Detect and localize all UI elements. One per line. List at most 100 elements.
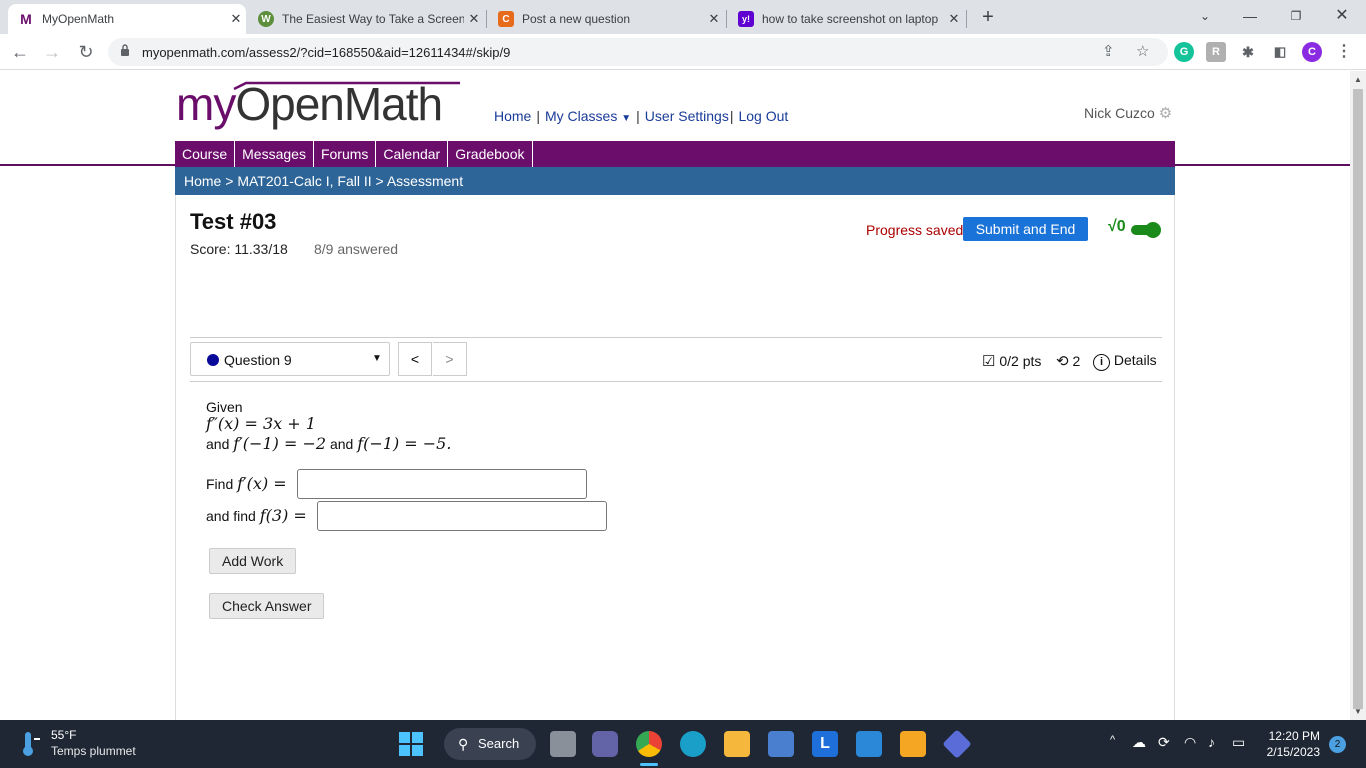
show-hidden-icons-icon[interactable]: ^ — [1110, 734, 1115, 746]
url-text[interactable]: myopenmath.com/assess2/?cid=168550&aid=1… — [142, 45, 510, 60]
chrome-icon[interactable] — [636, 731, 662, 757]
volume-icon[interactable]: ♪ — [1208, 734, 1215, 750]
value-answer-input[interactable] — [317, 501, 607, 531]
chrome-menu-icon[interactable]: ⋮ — [1334, 42, 1354, 62]
task-view-icon[interactable] — [550, 731, 576, 757]
extensions-puzzle-icon[interactable]: ✱ — [1238, 42, 1258, 62]
share-icon[interactable]: ⇪ — [1102, 42, 1115, 60]
taskbar-search[interactable]: ⚲ Search — [444, 728, 536, 760]
weather-temperature[interactable]: 55°F — [51, 728, 76, 742]
user-name: Nick Cuzco — [1084, 105, 1155, 121]
question-select-dropdown[interactable]: Question 9 ▼ — [190, 342, 390, 376]
nav-gradebook[interactable]: Gradebook — [448, 141, 533, 167]
edge-icon[interactable] — [680, 731, 706, 757]
weather-alert-icon[interactable]: ☁ — [1132, 734, 1146, 751]
retry-icon: ⟲ — [1056, 353, 1069, 370]
side-panel-icon[interactable]: ◧ — [1270, 42, 1290, 62]
attempts-display: ⟲ 2 — [1056, 353, 1081, 370]
find-derivative-label: Find f′(x) = — [206, 474, 287, 493]
file-explorer-icon[interactable] — [724, 731, 750, 757]
divider — [190, 381, 1162, 382]
next-question-button[interactable]: > — [433, 342, 467, 376]
myopenmath-favicon-icon: M — [20, 11, 32, 27]
wifi-icon[interactable]: ◠ — [1184, 734, 1196, 751]
page-scrollbar[interactable]: ▲ ▼ — [1350, 71, 1366, 720]
details-button[interactable]: i Details — [1093, 352, 1157, 371]
windows-start-icon[interactable] — [398, 731, 424, 757]
tab-screenshot-article[interactable]: W The Easiest Way to Take a Screen ✕ — [248, 4, 484, 34]
new-tab-button[interactable]: + — [976, 6, 1000, 30]
minimize-button[interactable]: — — [1230, 4, 1270, 28]
nav-my-classes-dropdown[interactable]: My Classes ▼ — [545, 108, 631, 124]
thermometer-weather-icon[interactable] — [18, 730, 44, 758]
mail-icon[interactable] — [856, 731, 882, 757]
question-equation-1: f″(x) = 3x + 1 — [206, 414, 316, 433]
address-bar[interactable]: myopenmath.com/assess2/?cid=168550&aid=1… — [108, 38, 1168, 66]
browser-tab-strip: M MyOpenMath ✕ W The Easiest Way to Take… — [0, 0, 1366, 34]
tab-yahoo-search[interactable]: y! how to take screenshot on laptop ✕ — [728, 4, 964, 34]
microsoft-store-icon[interactable] — [768, 731, 794, 757]
bookmark-star-icon[interactable]: ☆ — [1136, 42, 1149, 60]
chat-icon[interactable] — [592, 731, 618, 757]
user-menu[interactable]: Nick Cuzco ⚙ — [1084, 104, 1172, 122]
weather-description[interactable]: Temps plummet — [51, 744, 136, 758]
settings-gear-icon[interactable]: ⚙ — [1159, 105, 1172, 122]
scroll-down-icon[interactable]: ▼ — [1354, 707, 1362, 716]
app-icon[interactable] — [942, 729, 972, 759]
derivative-answer-input[interactable] — [297, 469, 587, 499]
lock-icon — [121, 44, 129, 56]
clock[interactable]: 12:20 PM 2/15/2023 — [1262, 728, 1320, 760]
reload-icon[interactable]: ↻ — [74, 40, 98, 64]
math-entry-toggle[interactable] — [1131, 222, 1161, 238]
add-work-button[interactable]: Add Work — [209, 548, 297, 574]
nav-user-settings-link[interactable]: User Settings — [645, 108, 729, 124]
yahoo-favicon-icon: y! — [738, 11, 754, 27]
nav-calendar[interactable]: Calendar — [376, 141, 449, 167]
assessment-panel: Test #03 Score: 11.33/18 8/9 answered Pr… — [175, 195, 1175, 720]
question-status-dot-icon — [207, 354, 219, 366]
tab-divider — [726, 10, 727, 28]
tab-search-chevron-icon[interactable]: ⌄ — [1185, 4, 1225, 28]
forward-arrow-icon[interactable]: → — [40, 40, 64, 64]
tab-title: Post a new question — [522, 12, 631, 26]
extension-icon[interactable]: R — [1206, 42, 1226, 62]
restore-button[interactable]: ❐ — [1276, 4, 1316, 28]
breadcrumb-current: Assessment — [386, 173, 464, 189]
nav-logout-link[interactable]: Log Out — [738, 108, 788, 124]
previous-question-button[interactable]: < — [398, 342, 432, 376]
close-window-button[interactable]: ✕ — [1322, 4, 1362, 28]
sync-icon[interactable]: ⟳ — [1158, 734, 1170, 751]
l-app-icon[interactable]: L — [812, 731, 838, 757]
battery-icon[interactable]: ▭ — [1232, 734, 1245, 751]
app-icon[interactable] — [900, 731, 926, 757]
close-tab-icon[interactable]: ✕ — [704, 11, 724, 27]
question-given-label: Given — [206, 399, 243, 415]
check-answer-button[interactable]: Check Answer — [209, 593, 325, 619]
back-arrow-icon[interactable]: ← — [8, 40, 32, 64]
course-navigation-bar: Course Messages Forums Calendar Gradeboo… — [175, 141, 1175, 167]
nav-home-link[interactable]: Home — [494, 108, 531, 124]
close-tab-icon[interactable]: ✕ — [944, 11, 964, 27]
submit-and-end-button[interactable]: Submit and End — [963, 217, 1088, 241]
breadcrumb-course-link[interactable]: MAT201-Calc I, Fall II — [237, 173, 371, 189]
scroll-up-icon[interactable]: ▲ — [1354, 75, 1362, 84]
notification-badge[interactable]: 2 — [1329, 736, 1346, 753]
profile-avatar[interactable]: C — [1302, 42, 1322, 62]
tab-title: MyOpenMath — [42, 12, 115, 26]
close-tab-icon[interactable]: ✕ — [464, 11, 484, 27]
answered-count: 8/9 answered — [314, 241, 399, 257]
tab-chegg-post[interactable]: C Post a new question ✕ — [488, 4, 724, 34]
scrollbar-thumb[interactable] — [1353, 89, 1363, 709]
caret-down-icon: ▼ — [621, 113, 632, 124]
nav-forums[interactable]: Forums — [314, 141, 377, 167]
close-tab-icon[interactable]: ✕ — [226, 11, 246, 27]
progress-status: Progress saved — [866, 222, 964, 238]
tab-myopenmath[interactable]: M MyOpenMath ✕ — [8, 4, 246, 34]
breadcrumb-home-link[interactable]: Home — [184, 173, 221, 189]
nav-messages[interactable]: Messages — [235, 141, 314, 167]
grammarly-extension-icon[interactable]: G — [1174, 42, 1194, 62]
search-icon: ⚲ — [458, 736, 469, 752]
top-navigation: Home | My Classes ▼ | User Settings| Log Out — [494, 108, 789, 124]
nav-course[interactable]: Course — [175, 141, 236, 167]
points-display: ☑ 0/2 pts — [982, 353, 1042, 370]
